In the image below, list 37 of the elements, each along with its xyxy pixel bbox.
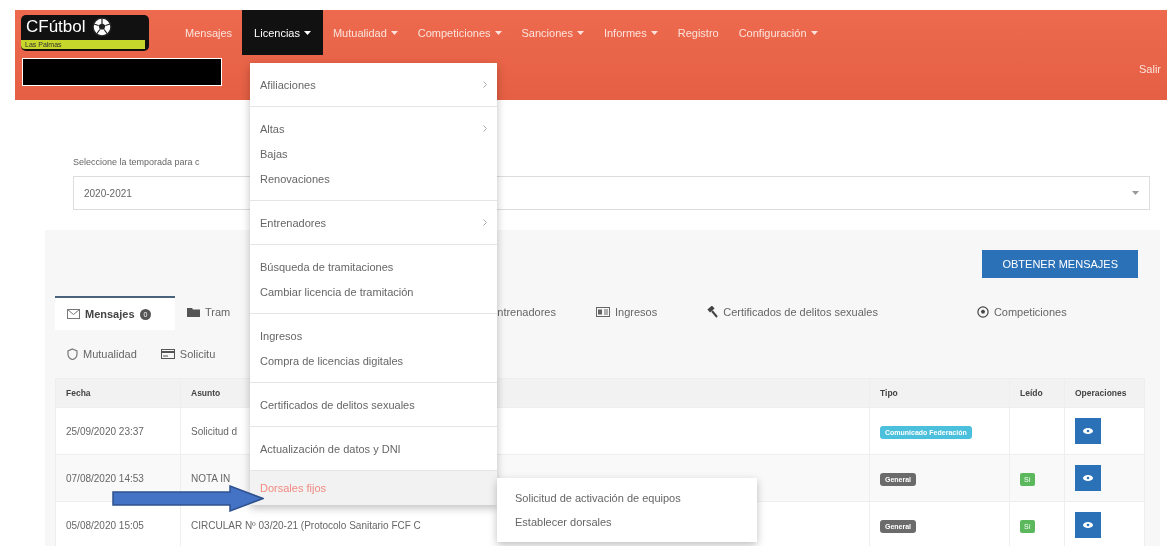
tab[interactable]: Solicitu xyxy=(148,338,228,370)
eye-icon xyxy=(1083,428,1093,434)
card-icon xyxy=(160,349,175,359)
view-button[interactable] xyxy=(1075,512,1101,538)
tab[interactable]: Certificados de delitos sexuales xyxy=(694,296,890,328)
tab[interactable]: Mutualidad xyxy=(55,338,149,370)
tab[interactable]: Competiciones xyxy=(964,296,1079,328)
eye-icon xyxy=(1083,475,1093,481)
menu-item[interactable]: Altas xyxy=(250,116,497,141)
view-button[interactable] xyxy=(1075,465,1101,491)
tab[interactable]: Ingresos xyxy=(584,296,670,328)
menu-item[interactable]: Ingresos xyxy=(250,323,497,348)
tab[interactable]: Tram xyxy=(175,296,243,328)
gavel-icon xyxy=(706,306,719,318)
menu-item[interactable]: Entrenadores xyxy=(250,210,497,235)
fetch-messages-button[interactable]: OBTENER MENSAJES xyxy=(982,250,1138,278)
eye-icon xyxy=(1083,522,1093,528)
column-header: Operaciones xyxy=(1064,378,1145,408)
nav-menu-item[interactable]: Licencias xyxy=(242,10,323,55)
season-label: Seleccione la temporada para c xyxy=(73,157,200,167)
folder-icon xyxy=(187,307,200,317)
column-header: Tipo xyxy=(869,378,1010,408)
menu-item[interactable]: Búsqueda de tramitaciones xyxy=(250,254,497,279)
menu-item[interactable]: Cambiar licencia de tramitación xyxy=(250,279,497,304)
menu-item[interactable]: Afiliaciones xyxy=(250,72,497,97)
table-cell: 25/09/2020 23:37 xyxy=(55,407,181,455)
envelope-icon xyxy=(67,309,80,319)
column-header: Fecha xyxy=(55,378,181,408)
id-card-icon xyxy=(596,307,610,317)
logo-title: CFútbol xyxy=(26,17,86,37)
menu-item[interactable]: Compra de licencias digitales xyxy=(250,348,497,373)
shield-icon xyxy=(67,348,78,360)
view-button[interactable] xyxy=(1075,418,1101,444)
menu-item[interactable]: Establecer dorsales xyxy=(497,510,757,534)
chevron-down-icon xyxy=(1132,191,1139,195)
menu-item[interactable]: Bajas xyxy=(250,141,497,166)
column-header: Leído xyxy=(1009,378,1065,408)
